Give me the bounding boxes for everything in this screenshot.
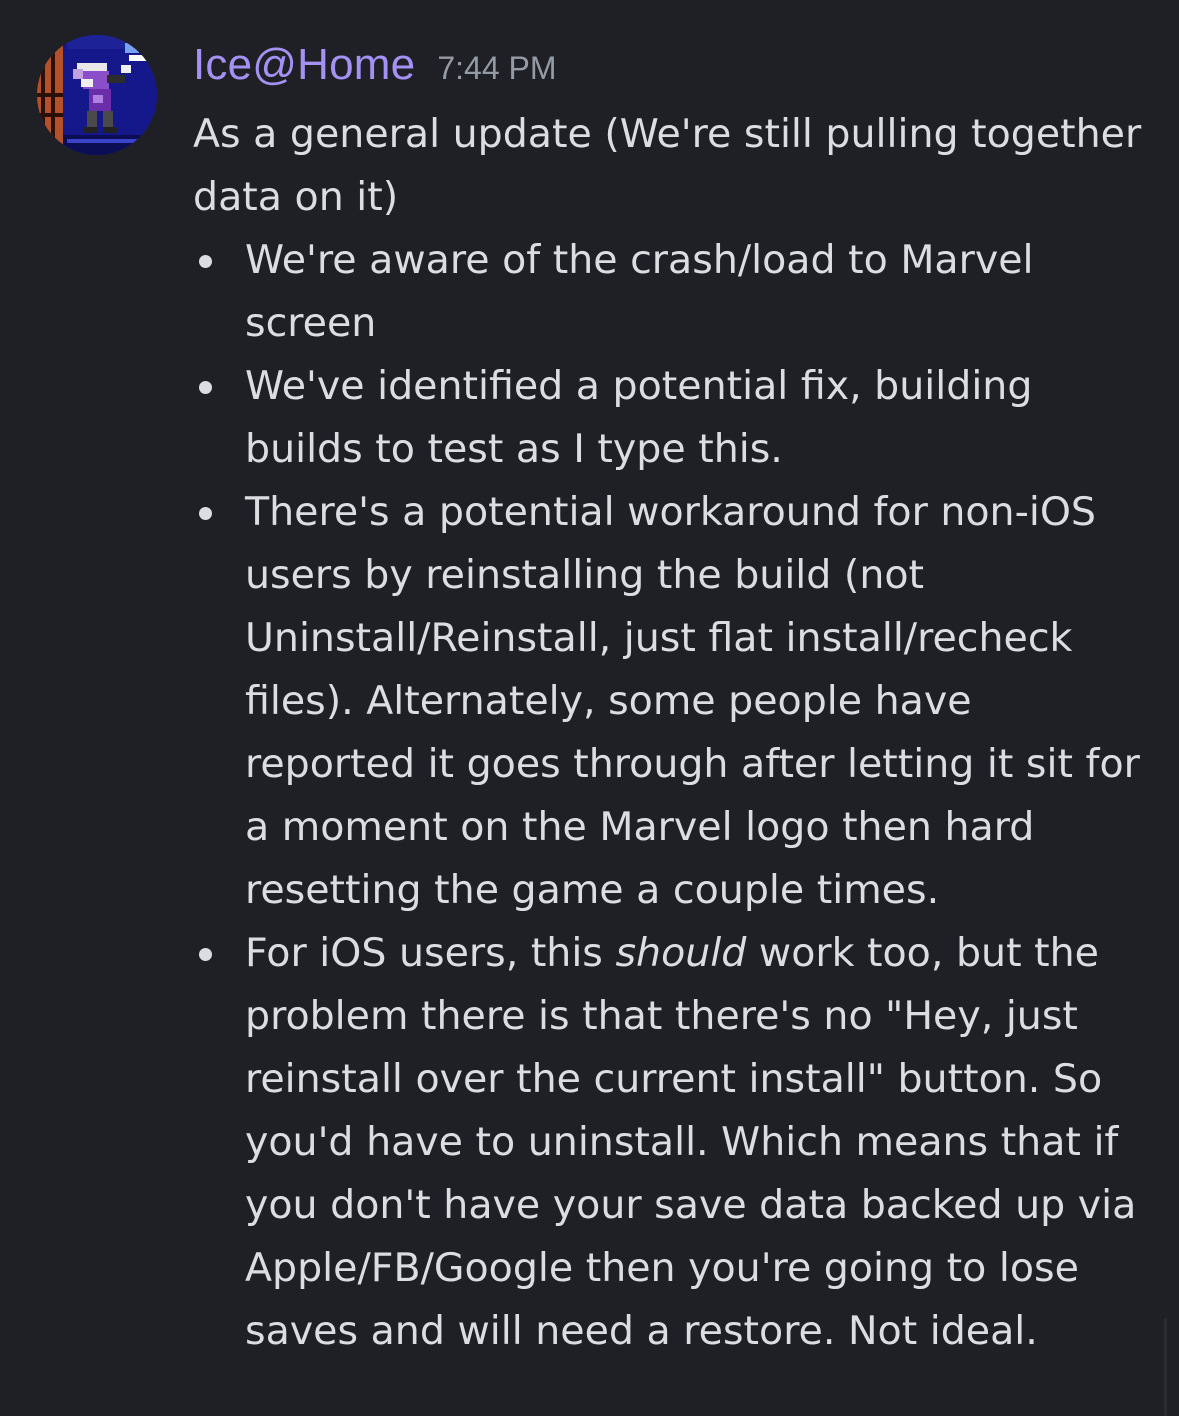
message-header: Ice@Home 7:44 PM: [193, 40, 557, 102]
user-avatar[interactable]: [37, 35, 157, 155]
bullet-list: We're aware of the crash/load to Marvel …: [193, 229, 1143, 1363]
list-item: There's a potential workaround for non-i…: [193, 481, 1143, 922]
list-item: We've identified a potential fix, buildi…: [193, 355, 1143, 481]
list-item-text-post: work too, but the problem there is that …: [245, 930, 1137, 1354]
username[interactable]: Ice@Home: [193, 40, 415, 89]
bullet-icon: [199, 381, 212, 394]
chat-message: Ice@Home 7:44 PM As a general update (We'…: [0, 0, 1179, 1416]
bullet-icon: [199, 948, 212, 961]
pixel-art-character-icon: [37, 35, 157, 155]
timestamp: 7:44 PM: [437, 50, 557, 86]
emphasis-text: should: [615, 930, 747, 976]
list-item: We're aware of the crash/load to Marvel …: [193, 229, 1143, 355]
list-item: For iOS users, this should work too, but…: [193, 922, 1143, 1363]
bullet-icon: [199, 507, 212, 520]
bullet-icon: [199, 255, 212, 268]
list-item-text: We've identified a potential fix, buildi…: [245, 363, 1033, 472]
list-item-text: There's a potential workaround for non-i…: [245, 489, 1140, 913]
list-item-text: We're aware of the crash/load to Marvel …: [245, 237, 1034, 346]
scrollbar[interactable]: [1164, 1318, 1167, 1416]
message-content: As a general update (We're still pulling…: [193, 103, 1143, 1363]
list-item-text-pre: For iOS users, this: [245, 930, 616, 976]
message-intro: As a general update (We're still pulling…: [193, 111, 1142, 220]
